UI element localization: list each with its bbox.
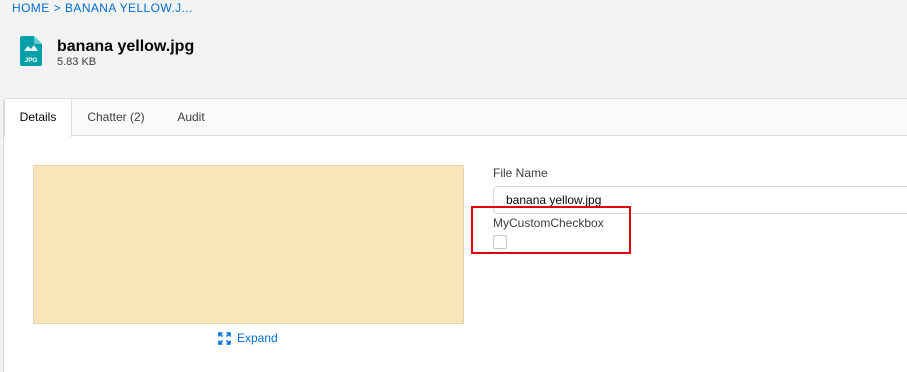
image-preview[interactable] <box>33 165 464 324</box>
details-card: Details Chatter (2) Audit Expand File Na… <box>3 98 907 372</box>
tab-details[interactable]: Details <box>4 99 72 137</box>
breadcrumb-separator: > <box>53 1 62 15</box>
jpg-file-icon: JPG <box>20 36 42 66</box>
file-name-label: File Name <box>493 166 548 180</box>
expand-button[interactable]: Expand <box>218 331 278 345</box>
my-custom-checkbox[interactable] <box>493 235 507 249</box>
tab-audit[interactable]: Audit <box>162 99 220 136</box>
expand-icon <box>218 331 231 345</box>
page-title: banana yellow.jpg <box>57 38 195 55</box>
checkbox-label: MyCustomCheckbox <box>493 216 604 230</box>
jpg-file-icon-label: JPG <box>24 57 37 64</box>
tab-chatter[interactable]: Chatter (2) <box>78 99 154 136</box>
tab-bar: Details Chatter (2) Audit <box>4 99 907 137</box>
expand-label: Expand <box>237 331 278 345</box>
file-size: 5.83 KB <box>57 56 97 68</box>
record-header: JPG banana yellow.jpg 5.83 KB <box>0 24 907 82</box>
file-name-field[interactable]: banana yellow.jpg <box>493 186 907 214</box>
breadcrumb: HOME > BANANA YELLOW.J... <box>12 1 193 15</box>
breadcrumb-home[interactable]: HOME <box>12 1 50 15</box>
breadcrumb-current[interactable]: BANANA YELLOW.J... <box>65 1 193 15</box>
